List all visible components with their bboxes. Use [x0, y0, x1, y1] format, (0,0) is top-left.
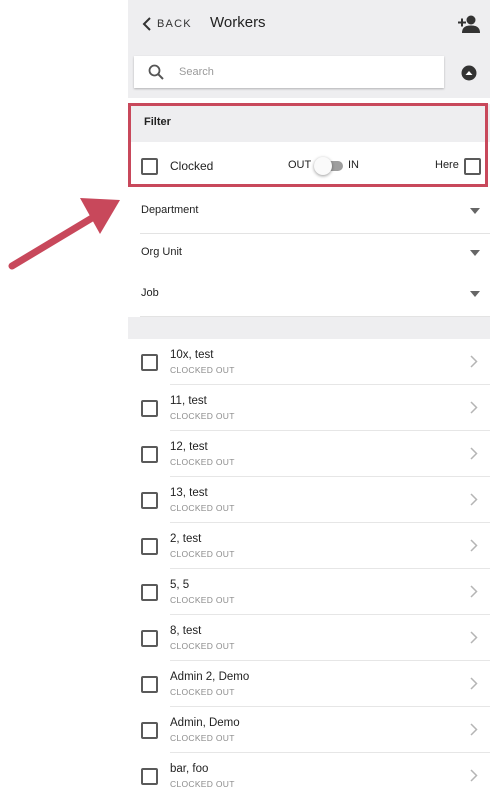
- search-strip: [128, 48, 490, 98]
- worker-checkbox[interactable]: [141, 354, 158, 371]
- add-user-icon[interactable]: [458, 14, 480, 34]
- worker-status: CLOCKED OUT: [170, 687, 235, 697]
- chevron-right-icon: [470, 401, 478, 414]
- caret-down-icon: [470, 291, 480, 297]
- worker-name: bar, foo: [170, 763, 209, 775]
- back-button[interactable]: BACK: [142, 14, 192, 34]
- worker-status: CLOCKED OUT: [170, 641, 235, 651]
- toggle-in-label: IN: [348, 159, 359, 171]
- worker-checkbox[interactable]: [141, 492, 158, 509]
- section-divider: [128, 317, 490, 339]
- worker-name: 12, test: [170, 441, 208, 453]
- worker-row[interactable]: Admin, Demo CLOCKED OUT: [128, 707, 490, 753]
- caret-down-icon: [470, 250, 480, 256]
- worker-status: CLOCKED OUT: [170, 457, 235, 467]
- job-label: Job: [141, 287, 159, 299]
- worker-checkbox[interactable]: [141, 676, 158, 693]
- worker-checkbox[interactable]: [141, 538, 158, 555]
- worker-checkbox[interactable]: [141, 446, 158, 463]
- here-label: Here: [435, 159, 459, 171]
- chevron-right-icon: [470, 447, 478, 460]
- worker-row[interactable]: 11, test CLOCKED OUT: [128, 385, 490, 431]
- worker-name: 8, test: [170, 625, 202, 637]
- chevron-right-icon: [470, 539, 478, 552]
- clock-status-toggle[interactable]: [314, 157, 344, 175]
- worker-row[interactable]: bar, foo CLOCKED OUT: [128, 753, 490, 799]
- worker-status: CLOCKED OUT: [170, 503, 235, 513]
- chevron-right-icon: [470, 769, 478, 782]
- worker-row[interactable]: 10x, test CLOCKED OUT: [128, 339, 490, 385]
- worker-row[interactable]: 12, test CLOCKED OUT: [128, 431, 490, 477]
- worker-status: CLOCKED OUT: [170, 779, 235, 789]
- chevron-right-icon: [470, 585, 478, 598]
- worker-name: Admin 2, Demo: [170, 671, 250, 683]
- org-unit-dropdown[interactable]: Org Unit: [140, 234, 490, 276]
- worker-name: 13, test: [170, 487, 208, 499]
- chevron-right-icon: [470, 631, 478, 644]
- worker-status: CLOCKED OUT: [170, 733, 235, 743]
- worker-name: 10x, test: [170, 349, 214, 361]
- worker-checkbox[interactable]: [141, 630, 158, 647]
- caret-down-icon: [470, 208, 480, 214]
- worker-name: Admin, Demo: [170, 717, 240, 729]
- worker-name: 11, test: [170, 395, 207, 407]
- workers-panel: BACK Workers Filter Clocked OUT: [128, 0, 490, 800]
- here-checkbox[interactable]: [464, 158, 481, 175]
- worker-checkbox[interactable]: [141, 768, 158, 785]
- worker-checkbox[interactable]: [141, 584, 158, 601]
- header-bar: BACK Workers: [128, 0, 490, 48]
- worker-checkbox[interactable]: [141, 400, 158, 417]
- chevron-right-icon: [470, 677, 478, 690]
- chevron-left-icon: [142, 17, 151, 31]
- worker-row[interactable]: 8, test CLOCKED OUT: [128, 615, 490, 661]
- worker-status: CLOCKED OUT: [170, 365, 235, 375]
- filter-row: Clocked OUT IN Here: [128, 142, 490, 190]
- department-dropdown[interactable]: Department: [140, 192, 490, 234]
- worker-row[interactable]: 5, 5 CLOCKED OUT: [128, 569, 490, 615]
- worker-status: CLOCKED OUT: [170, 595, 235, 605]
- worker-row[interactable]: Admin 2, Demo CLOCKED OUT: [128, 661, 490, 707]
- clocked-label: Clocked: [170, 159, 214, 173]
- page-title: Workers: [210, 14, 266, 31]
- search-input[interactable]: [177, 65, 431, 79]
- worker-status: CLOCKED OUT: [170, 411, 235, 421]
- annotation-arrow-icon: [8, 198, 120, 270]
- clocked-checkbox[interactable]: [141, 158, 158, 175]
- toggle-out-label: OUT: [288, 159, 312, 171]
- job-dropdown[interactable]: Job: [140, 275, 490, 317]
- search-box[interactable]: [134, 56, 444, 88]
- search-icon: [148, 64, 164, 80]
- filter-title: Filter: [144, 116, 171, 128]
- worker-status: CLOCKED OUT: [170, 549, 235, 559]
- worker-row[interactable]: 2, test CLOCKED OUT: [128, 523, 490, 569]
- chevron-right-icon: [470, 723, 478, 736]
- filter-header: Filter: [128, 104, 490, 142]
- chevron-right-icon: [470, 493, 478, 506]
- back-label: BACK: [157, 18, 192, 30]
- worker-row[interactable]: 13, test CLOCKED OUT: [128, 477, 490, 523]
- worker-checkbox[interactable]: [141, 722, 158, 739]
- worker-name: 5, 5: [170, 579, 190, 591]
- toggle-thumb: [314, 157, 332, 175]
- worker-name: 2, test: [170, 533, 202, 545]
- chevron-right-icon: [470, 355, 478, 368]
- arrow-up-circle-icon[interactable]: [461, 65, 477, 81]
